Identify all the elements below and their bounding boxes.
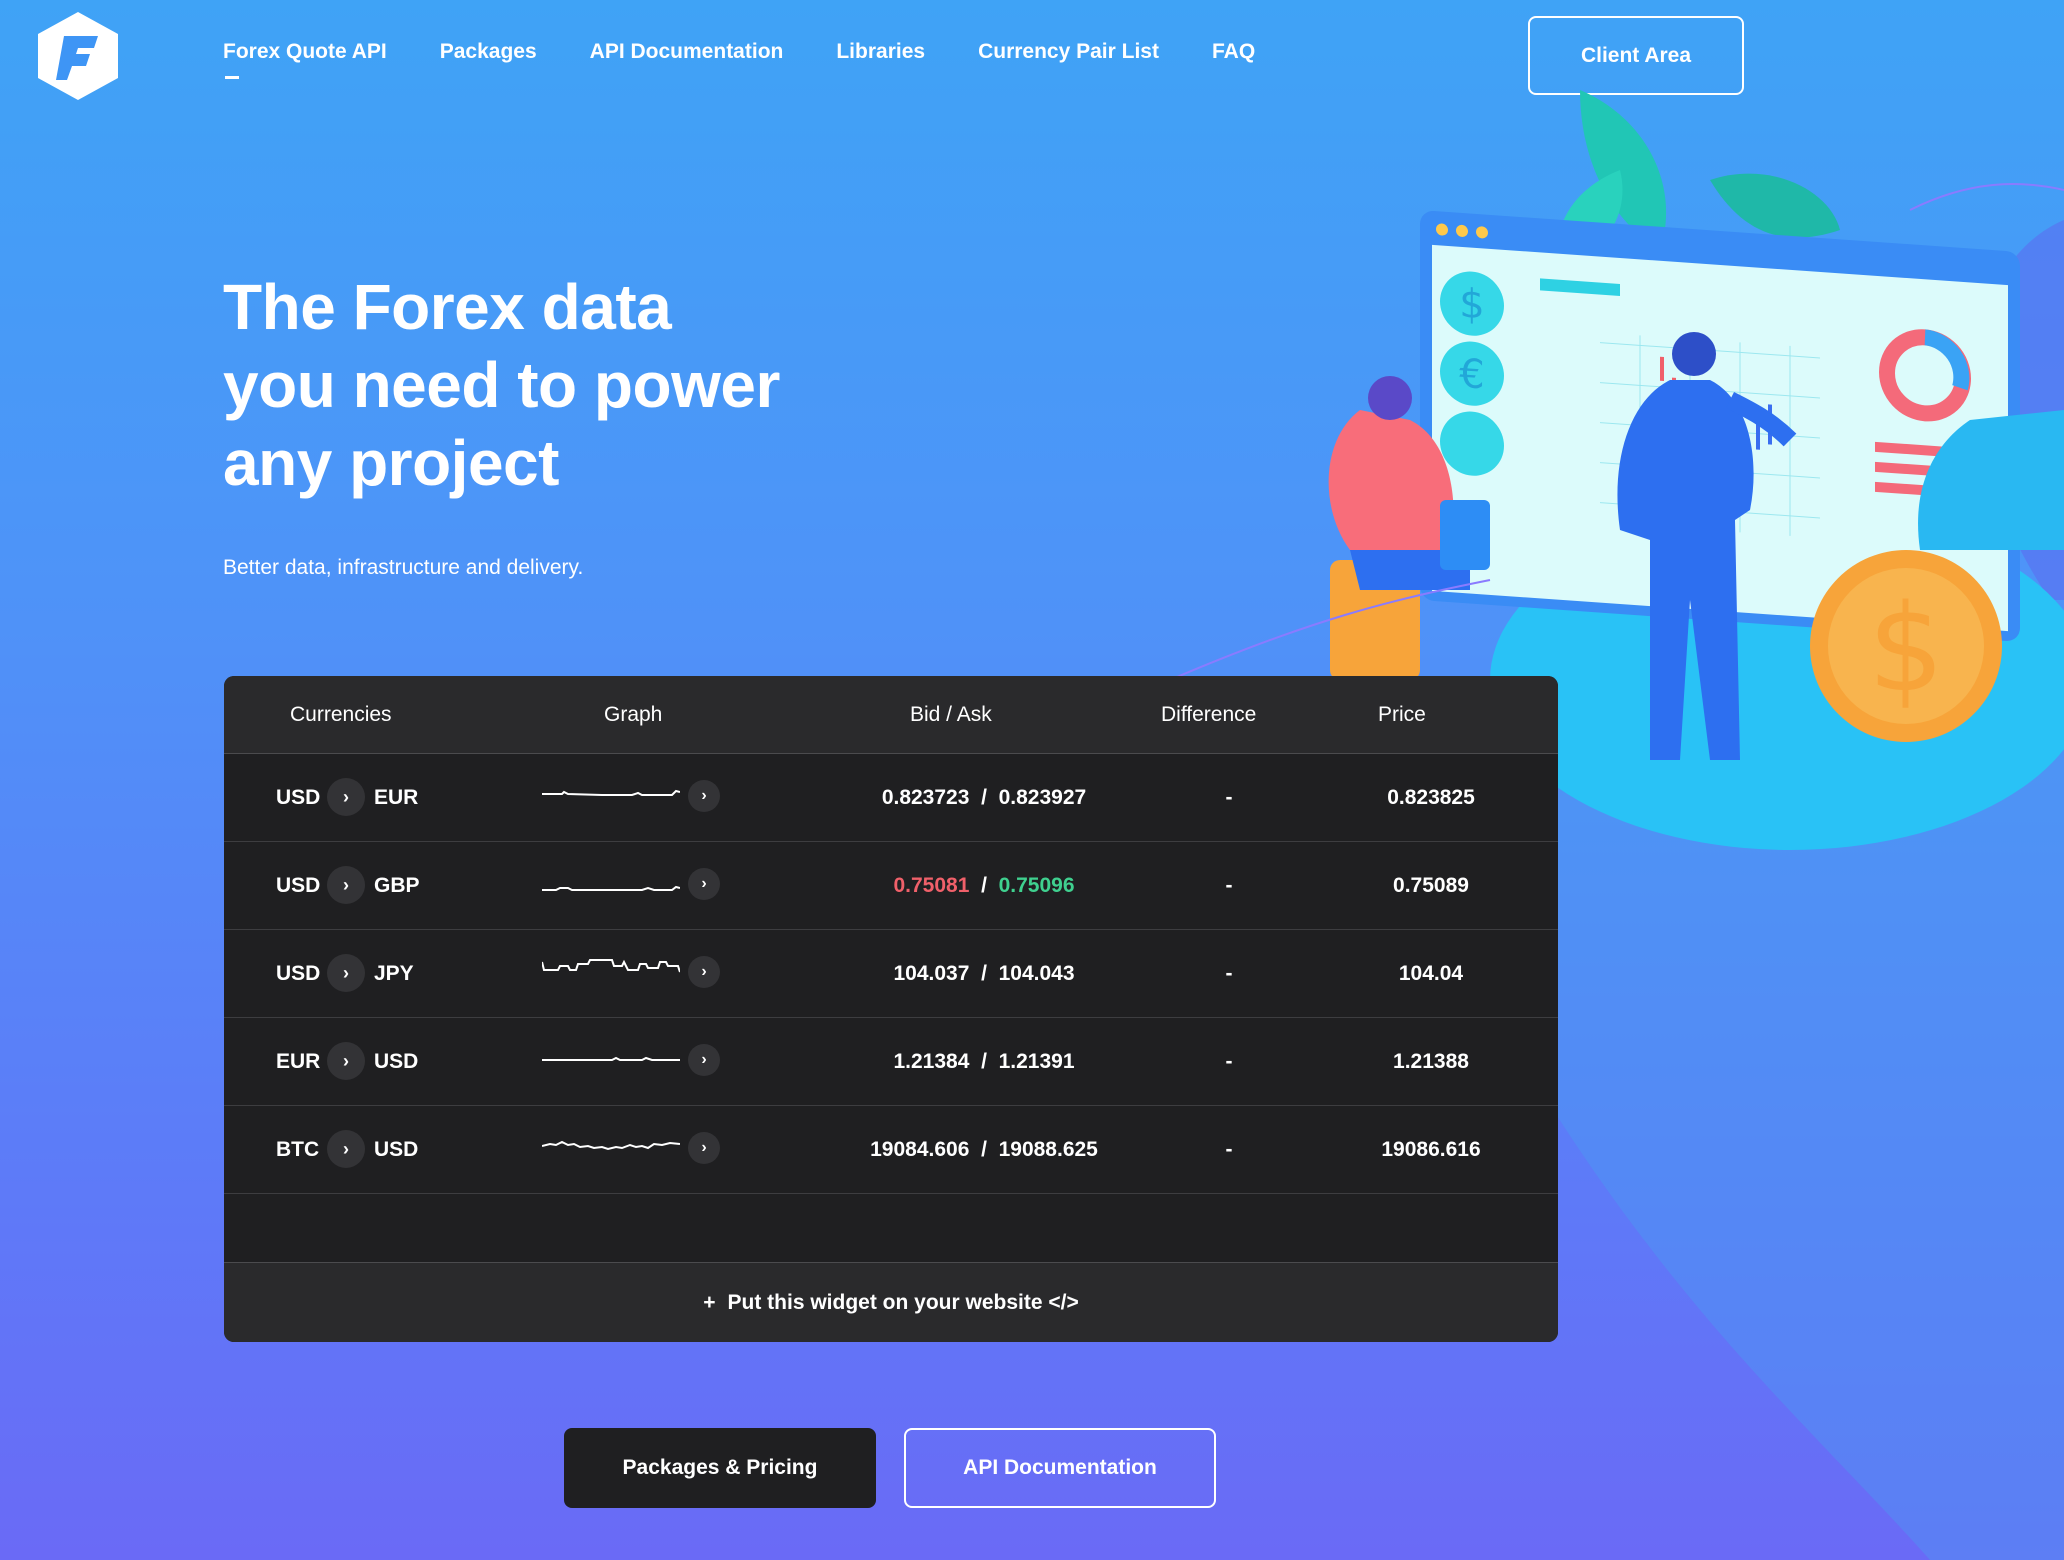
chevron-right-icon[interactable]: › [327,778,365,816]
embed-widget-link[interactable]: + Put this widget on your website </> [224,1262,1558,1342]
difference-value: - [1225,962,1233,985]
quote-row[interactable]: USD › EUR › 0.823723 / 0.823927 - 0.8238… [224,754,1558,842]
sparkline-graph [542,1056,680,1061]
base-currency: USD [276,786,321,809]
nav-forex-quote-api[interactable]: Forex Quote API [223,40,387,79]
bid-value: 104.037 [893,962,970,985]
nav-packages[interactable]: Packages [440,40,537,64]
sparkline-graph [542,885,680,891]
api-documentation-button[interactable]: API Documentation [904,1428,1216,1508]
bid-ask-separator: / [981,1050,987,1073]
bid-ask-separator: / [981,962,987,985]
base-currency: EUR [276,1050,321,1073]
svg-text:€: € [1459,351,1484,399]
base-currency: BTC [276,1138,320,1161]
sparkline-graph [542,789,680,796]
col-graph: Graph [604,703,663,726]
ask-value: 0.823927 [998,786,1087,809]
col-difference: Difference [1161,703,1257,726]
quote-row[interactable]: EUR › USD › 1.21384 / 1.21391 - 1.21388 [224,1018,1558,1106]
packages-pricing-button[interactable]: Packages & Pricing [564,1428,876,1508]
bid-ask-values: 1.21384 / 1.21391 [784,1050,1184,1074]
price-value: 104.04 [1398,962,1464,985]
svg-text:$: $ [1459,281,1484,329]
forex-quote-widget: Currencies Graph Bid / Ask Difference Pr… [224,676,1558,1342]
col-price: Price [1378,703,1426,726]
chevron-right-icon[interactable]: › [688,780,720,812]
chevron-right-icon[interactable]: › [688,868,720,900]
chevron-right-icon[interactable]: › [327,1130,365,1168]
ask-value: 0.75096 [998,874,1075,897]
chevron-right-icon[interactable]: › [327,866,365,904]
nav-faq[interactable]: FAQ [1212,40,1255,64]
nav-api-documentation[interactable]: API Documentation [590,40,784,64]
svg-text:$: $ [1868,580,1944,719]
difference-value: - [1225,1138,1233,1161]
base-currency: USD [276,874,321,897]
bid-ask-values: 104.037 / 104.043 [784,962,1184,986]
quote-currency: EUR [374,786,419,809]
quote-currency: USD [374,1138,419,1161]
hero-title: The Forex data you need to power any pro… [223,271,780,499]
bid-ask-values: 0.75081 / 0.75096 [784,874,1184,898]
embed-widget-label: Put this widget on your website </> [727,1290,1079,1314]
chevron-right-icon[interactable]: › [688,1044,720,1076]
difference-value: - [1225,874,1233,897]
bid-ask-values: 19084.606 / 19088.625 [784,1138,1184,1162]
ask-value: 104.043 [998,962,1075,985]
brand-logo-icon[interactable] [34,10,122,102]
quote-row[interactable]: BTC › USD › 19084.606 / 19088.625 - 1908… [224,1106,1558,1194]
main-nav: Forex Quote API Packages API Documentati… [223,40,1255,79]
quote-row[interactable]: USD › JPY › 104.037 / 104.043 - 104.04 [224,930,1558,1018]
hero-subtitle: Better data, infrastructure and delivery… [223,556,584,579]
col-bid-ask: Bid / Ask [910,703,992,726]
price-value: 19086.616 [1381,1138,1481,1161]
col-currencies: Currencies [290,703,392,726]
difference-value: - [1225,786,1233,809]
ask-value: 1.21391 [998,1050,1075,1073]
bid-ask-values: 0.823723 / 0.823927 [784,786,1184,810]
chevron-right-icon[interactable]: › [688,1132,720,1164]
quote-row[interactable]: USD › GBP › 0.75081 / 0.75096 - 0.75089 [224,842,1558,930]
quote-currency: GBP [374,874,420,897]
difference-value: - [1225,1050,1233,1073]
price-value: 1.21388 [1393,1050,1469,1073]
bid-ask-separator: / [981,1138,987,1161]
price-value: 0.823825 [1387,786,1475,809]
quote-currency: JPY [374,962,414,985]
quote-currency: USD [374,1050,419,1073]
chevron-right-icon[interactable]: › [327,1042,365,1080]
chevron-right-icon[interactable]: › [327,954,365,992]
bid-value: 0.823723 [881,786,970,809]
nav-libraries[interactable]: Libraries [836,40,925,64]
plus-icon: + [703,1290,716,1314]
bid-value: 19084.606 [870,1138,970,1161]
base-currency: USD [276,962,321,985]
nav-currency-pair-list[interactable]: Currency Pair List [978,40,1159,64]
bid-value: 1.21384 [893,1050,970,1073]
chevron-right-icon[interactable]: › [688,956,720,988]
sparkline-graph [542,1140,680,1151]
bid-value: 0.75081 [893,874,970,897]
sparkline-graph [542,959,680,973]
widget-header: Currencies Graph Bid / Ask Difference Pr… [224,676,1558,754]
ask-value: 19088.625 [998,1138,1098,1161]
bid-ask-separator: / [981,874,987,897]
bid-ask-separator: / [981,786,987,809]
price-value: 0.75089 [1393,874,1469,897]
